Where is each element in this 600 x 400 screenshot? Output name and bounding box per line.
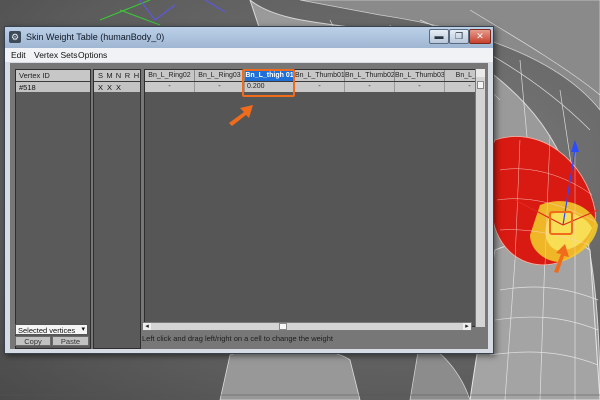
vertical-scrollbar[interactable] <box>475 69 485 327</box>
flag-header-m[interactable]: M <box>105 71 114 80</box>
flag-m-cell[interactable]: X <box>105 83 114 92</box>
vertex-id-header[interactable]: Vertex ID <box>16 70 90 82</box>
weight-cell[interactable]: - <box>395 82 445 92</box>
selection-mode-dropdown[interactable]: Selected vertices ▾ <box>15 324 88 335</box>
vertex-id-header-label: Vertex ID <box>19 71 50 80</box>
flag-header-n[interactable]: N <box>114 71 123 80</box>
maximize-button[interactable]: ❐ <box>449 29 469 44</box>
arrow-up-right-icon <box>229 105 253 126</box>
arrow-right-icon[interactable]: ▸ <box>463 323 471 330</box>
flag-header-s[interactable]: S <box>96 71 105 80</box>
close-button[interactable]: ✕ <box>469 29 491 44</box>
column-header-bn-l-ring02[interactable]: Bn_L_Ring02 <box>145 70 195 81</box>
column-header-bn-l-thumb02[interactable]: Bn_L_Thumb02 <box>345 70 395 81</box>
flags-header: S M N R H <box>94 70 140 82</box>
horizontal-scrollbar[interactable]: ◂ ▸ <box>142 322 472 331</box>
scroll-up-button[interactable] <box>476 69 485 77</box>
bone-header-row: Bn_L_Ring02 Bn_L_Ring03 Bn_L_thigh 01 Bn… <box>145 70 483 82</box>
copy-button[interactable]: Copy <box>15 336 51 346</box>
gear-icon: ⚙ <box>9 31 21 43</box>
flags-panel: S M N R H X X X <box>93 69 141 349</box>
paste-button[interactable]: Paste <box>52 336 89 346</box>
chevron-down-icon: ▾ <box>81 326 85 333</box>
weight-cell[interactable]: - <box>195 82 245 92</box>
skin-weight-table-window: ⚙ Skin Weight Table (humanBody_0) ▬ ❐ ✕ … <box>4 26 494 354</box>
vertex-id-list: Vertex ID #518 <box>15 69 91 349</box>
title-bar[interactable]: ⚙ Skin Weight Table (humanBody_0) ▬ ❐ ✕ <box>5 27 493 48</box>
menu-vertex-sets[interactable]: Vertex Sets <box>34 50 77 60</box>
arrow-left-icon[interactable]: ◂ <box>143 323 151 330</box>
menu-bar: Edit Vertex Sets Options <box>5 48 493 62</box>
minimize-button[interactable]: ▬ <box>429 29 449 44</box>
vertex-id-value: #518 <box>19 83 36 92</box>
flag-header-r[interactable]: R <box>123 71 132 80</box>
selection-highlight <box>242 69 295 97</box>
vertex-row[interactable]: #518 <box>16 82 90 92</box>
column-header-bn-l-thumb03[interactable]: Bn_L_Thumb03 <box>395 70 445 81</box>
flags-row: X X X <box>94 82 140 92</box>
column-header-bn-l-ring03[interactable]: Bn_L_Ring03 <box>195 70 245 81</box>
status-hint: Left click and drag left/right on a cell… <box>142 334 333 343</box>
column-header-bn-l-thumb01[interactable]: Bn_L_Thumb01 <box>295 70 345 81</box>
scroll-thumb[interactable] <box>477 81 484 89</box>
flag-n-cell[interactable]: X <box>114 83 123 92</box>
menu-edit[interactable]: Edit <box>11 50 26 60</box>
arrow-up-icon <box>554 244 569 273</box>
table-row: - - 0.200 - - - - <box>145 82 483 92</box>
scroll-thumb[interactable] <box>279 323 287 330</box>
window-title: Skin Weight Table (humanBody_0) <box>26 32 165 42</box>
flag-s-cell[interactable]: X <box>96 83 105 92</box>
weight-grid: Bn_L_Ring02 Bn_L_Ring03 Bn_L_thigh 01 Bn… <box>144 69 484 327</box>
selection-mode-value: Selected vertices <box>18 326 76 335</box>
weight-cell[interactable]: - <box>345 82 395 92</box>
weight-cell[interactable]: - <box>295 82 345 92</box>
weight-cell[interactable]: - <box>145 82 195 92</box>
menu-options[interactable]: Options <box>78 50 107 60</box>
flag-header-h[interactable]: H <box>132 71 141 80</box>
